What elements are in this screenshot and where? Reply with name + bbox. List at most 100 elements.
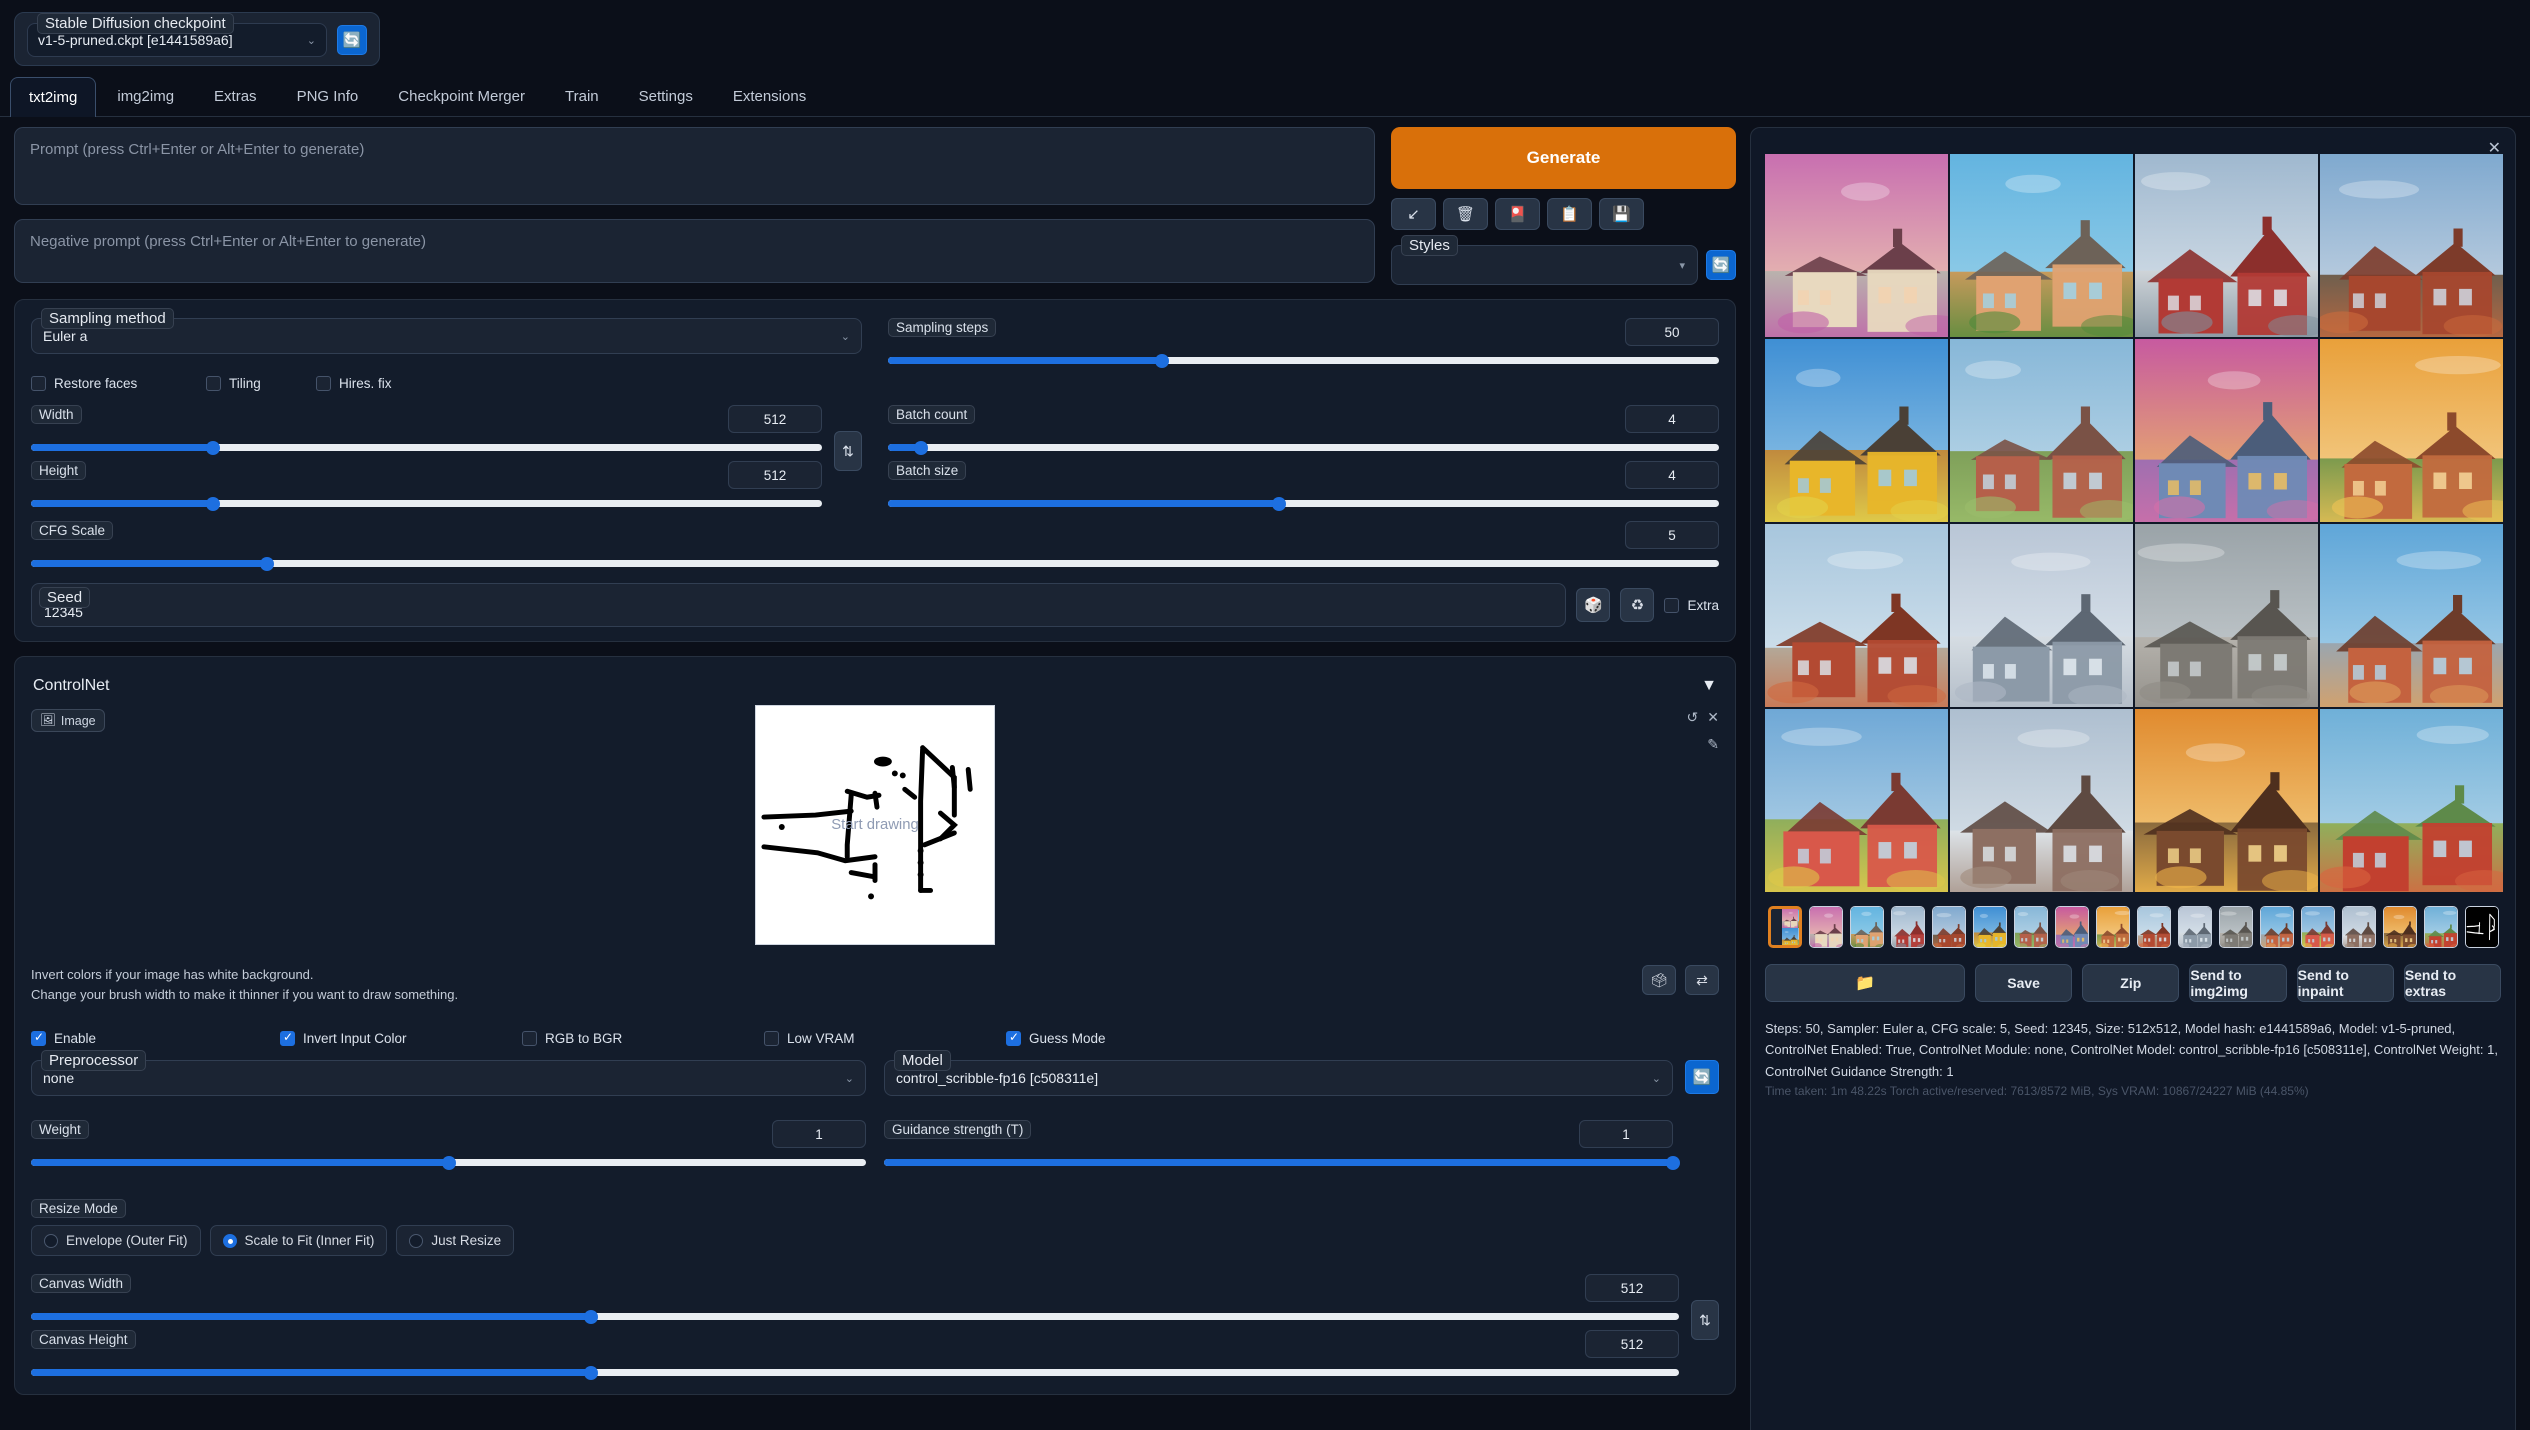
width-value[interactable]: 512: [728, 405, 822, 433]
low-vram-checkbox[interactable]: Low VRAM: [764, 1031, 1006, 1046]
thumbnail-item[interactable]: [2301, 906, 2335, 948]
send-to-extras-button[interactable]: Send to extras: [2404, 964, 2501, 1002]
zip-button[interactable]: Zip: [2082, 964, 2179, 1002]
send-to-inpaint-button[interactable]: Send to inpaint: [2297, 964, 2394, 1002]
sampling-steps-slider[interactable]: [888, 357, 1719, 364]
canvas-width-value[interactable]: 512: [1585, 1274, 1679, 1302]
canvas-height-value[interactable]: 512: [1585, 1330, 1679, 1358]
batch-size-slider[interactable]: [888, 500, 1719, 507]
model-select[interactable]: control_scribble-fp16 [c508311e] ⌄: [884, 1060, 1673, 1096]
swap-icon[interactable]: ⇄: [1685, 965, 1719, 995]
tab-settings[interactable]: Settings: [620, 76, 712, 116]
thumbnail-grid-item[interactable]: [1768, 906, 1802, 948]
gallery-image[interactable]: [2320, 339, 2503, 522]
recycle-icon[interactable]: ♻: [1620, 588, 1654, 622]
refresh-styles-icon[interactable]: 🔄: [1706, 250, 1736, 280]
gallery-image[interactable]: [1950, 524, 2133, 707]
thumbnail-item[interactable]: [2014, 906, 2048, 948]
close-icon[interactable]: ✕: [2488, 138, 2501, 158]
tiling-checkbox[interactable]: Tiling: [206, 376, 316, 391]
card-icon[interactable]: 🎴: [1495, 198, 1540, 230]
guidance-strength-value[interactable]: 1: [1579, 1120, 1673, 1148]
cfg-scale-value[interactable]: 5: [1625, 521, 1719, 549]
thumbnail-item[interactable]: [2178, 906, 2212, 948]
weight-value[interactable]: 1: [772, 1120, 866, 1148]
thumbnail-item[interactable]: [1850, 906, 1884, 948]
resize-just-resize-option[interactable]: Just Resize: [396, 1225, 514, 1256]
trash-icon[interactable]: 🗑: [1443, 198, 1488, 230]
gallery-image[interactable]: [1950, 709, 2133, 892]
thumbnail-item[interactable]: [1932, 906, 1966, 948]
thumbnail-control-image[interactable]: [2465, 906, 2499, 948]
clipboard-icon[interactable]: 📋: [1547, 198, 1592, 230]
tab-png-info[interactable]: PNG Info: [278, 76, 378, 116]
tab-extensions[interactable]: Extensions: [714, 76, 825, 116]
tab-img2img[interactable]: img2img: [98, 76, 193, 116]
arrow-down-left-icon[interactable]: ↙: [1391, 198, 1436, 230]
swap-dimensions-icon[interactable]: ⇅: [834, 431, 862, 471]
guess-mode-checkbox[interactable]: Guess Mode: [1006, 1031, 1106, 1046]
dice-icon[interactable]: 🎲: [1576, 588, 1610, 622]
thumbnail-item[interactable]: [2342, 906, 2376, 948]
gallery-image[interactable]: [2320, 709, 2503, 892]
send-to-img2img-button[interactable]: Send to img2img: [2189, 964, 2286, 1002]
extra-seed-checkbox[interactable]: Extra: [1664, 598, 1719, 613]
hires-fix-checkbox[interactable]: Hires. fix: [316, 376, 392, 391]
gallery-image[interactable]: [1950, 154, 2133, 337]
prompt-input[interactable]: Prompt (press Ctrl+Enter or Alt+Enter to…: [14, 127, 1375, 205]
resize-scale-to-fit-option[interactable]: Scale to Fit (Inner Fit): [210, 1225, 388, 1256]
tab-checkpoint-merger[interactable]: Checkpoint Merger: [379, 76, 544, 116]
save-icon[interactable]: 💾: [1599, 198, 1644, 230]
gallery-image[interactable]: [1765, 524, 1948, 707]
gallery-image[interactable]: [1950, 339, 2133, 522]
restore-faces-checkbox[interactable]: Restore faces: [31, 376, 206, 391]
rgb-to-bgr-checkbox[interactable]: RGB to BGR: [522, 1031, 764, 1046]
weight-slider[interactable]: [31, 1159, 866, 1166]
thumbnail-item[interactable]: [2260, 906, 2294, 948]
seed-input[interactable]: 12345: [31, 583, 1566, 627]
refresh-checkpoint-icon[interactable]: 🔄: [337, 25, 367, 55]
batch-size-value[interactable]: 4: [1625, 461, 1719, 489]
height-slider[interactable]: [31, 500, 822, 507]
invert-input-color-checkbox[interactable]: Invert Input Color: [280, 1031, 522, 1046]
thumbnail-item[interactable]: [2096, 906, 2130, 948]
gallery-image[interactable]: [2320, 524, 2503, 707]
thumbnail-item[interactable]: [2219, 906, 2253, 948]
undo-icon[interactable]: ↺: [1687, 709, 1699, 726]
preprocessor-select[interactable]: none ⌄: [31, 1060, 866, 1096]
gallery-image[interactable]: [2135, 709, 2318, 892]
camera-icon[interactable]: 🗳: [1642, 965, 1676, 995]
negative-prompt-input[interactable]: Negative prompt (press Ctrl+Enter or Alt…: [14, 219, 1375, 283]
enable-checkbox[interactable]: Enable: [31, 1031, 280, 1046]
thumbnail-item[interactable]: [1891, 906, 1925, 948]
batch-count-value[interactable]: 4: [1625, 405, 1719, 433]
tab-extras[interactable]: Extras: [195, 76, 276, 116]
thumbnail-item[interactable]: [2383, 906, 2417, 948]
gallery-image[interactable]: [2135, 524, 2318, 707]
sampling-steps-value[interactable]: 50: [1625, 318, 1719, 346]
close-icon[interactable]: ✕: [1707, 709, 1719, 726]
image-tab[interactable]: 🖼 Image: [31, 709, 105, 732]
collapse-triangle-icon[interactable]: ▼: [1701, 677, 1717, 695]
resize-envelope-option[interactable]: Envelope (Outer Fit): [31, 1225, 201, 1256]
gallery-image[interactable]: [2135, 339, 2318, 522]
canvas-height-slider[interactable]: [31, 1369, 1679, 1376]
gallery-image[interactable]: [2320, 154, 2503, 337]
swap-canvas-size-icon[interactable]: ⇅: [1691, 1300, 1719, 1340]
guidance-strength-slider[interactable]: [884, 1159, 1673, 1166]
gallery-image[interactable]: [1765, 339, 1948, 522]
controlnet-header[interactable]: ControlNet ▼: [31, 675, 1719, 709]
gallery-image[interactable]: [1765, 154, 1948, 337]
gallery-image[interactable]: [1765, 709, 1948, 892]
tab-txt2img[interactable]: txt2img: [10, 77, 96, 117]
batch-count-slider[interactable]: [888, 444, 1719, 451]
thumbnail-item[interactable]: [2137, 906, 2171, 948]
open-folder-button[interactable]: 📁: [1765, 964, 1965, 1002]
save-button[interactable]: Save: [1975, 964, 2072, 1002]
brush-icon[interactable]: ✎: [1707, 736, 1719, 753]
generate-button[interactable]: Generate: [1391, 127, 1736, 189]
canvas-width-slider[interactable]: [31, 1313, 1679, 1320]
thumbnail-item[interactable]: [1973, 906, 2007, 948]
thumbnail-item[interactable]: [2055, 906, 2089, 948]
tab-train[interactable]: Train: [546, 76, 618, 116]
